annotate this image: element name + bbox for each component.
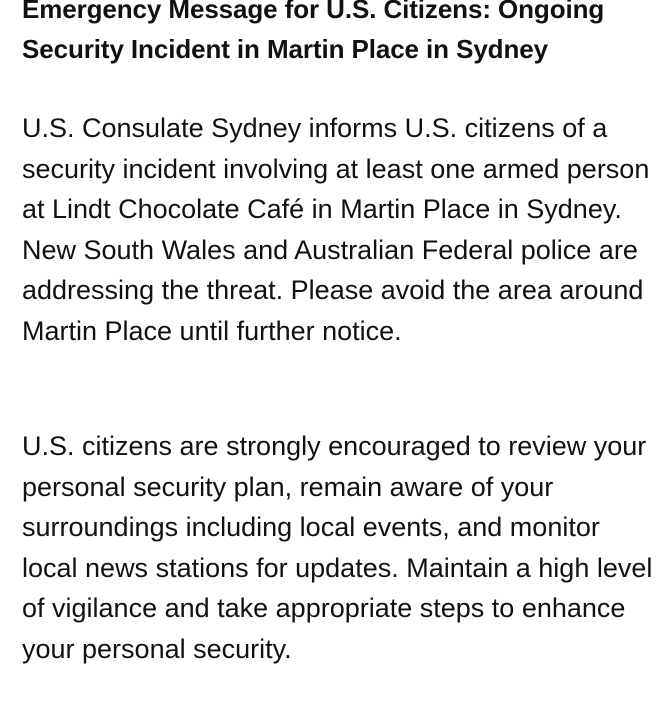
message-paragraph-2: U.S. citizens are strongly encouraged to… <box>22 431 653 664</box>
message-page: Emergency Message for U.S. Citizens: Ong… <box>0 0 672 711</box>
message-paragraph-1: U.S. Consulate Sydney informs U.S. citiz… <box>22 113 650 346</box>
message-title: Emergency Message for U.S. Citizens: Ong… <box>22 0 605 64</box>
